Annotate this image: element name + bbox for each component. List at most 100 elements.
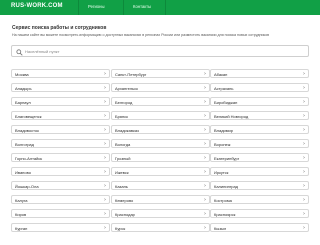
chevron-right-icon: › [204, 210, 206, 217]
city-item[interactable]: Владимир › [210, 125, 309, 134]
city-name: Екатеринбург [214, 155, 240, 161]
city-item[interactable]: Калуга › [11, 195, 110, 204]
city-name: Киров [15, 211, 27, 217]
city-item[interactable]: Анадырь › [11, 83, 110, 92]
chevron-right-icon: › [104, 196, 106, 203]
city-item[interactable]: Белгород › [111, 97, 210, 106]
chevron-right-icon: › [204, 196, 206, 203]
city-item[interactable]: Казань › [111, 181, 210, 190]
city-name: Красноярск [214, 211, 236, 217]
chevron-right-icon: › [104, 140, 106, 147]
city-name: Анадырь [15, 85, 32, 91]
city-item[interactable]: Астрахань › [210, 83, 309, 92]
chevron-right-icon: › [303, 70, 305, 77]
chevron-right-icon: › [303, 224, 305, 231]
city-name: Волгоград [15, 141, 34, 147]
chevron-right-icon: › [303, 168, 305, 175]
city-item[interactable]: Краснодар › [111, 209, 210, 218]
city-name: Белгород [115, 99, 133, 105]
search-icon [16, 48, 23, 56]
chevron-right-icon: › [104, 154, 106, 161]
chevron-right-icon: › [104, 84, 106, 91]
chevron-right-icon: › [104, 70, 106, 77]
city-name: Иваново [15, 169, 31, 175]
chevron-right-icon: › [104, 224, 106, 231]
city-item[interactable]: Красноярск › [210, 209, 309, 218]
city-item[interactable]: Москва › [11, 69, 110, 78]
city-item[interactable]: Вологда › [111, 139, 210, 148]
chevron-right-icon: › [303, 196, 305, 203]
chevron-right-icon: › [303, 182, 305, 189]
chevron-right-icon: › [104, 182, 106, 189]
site-logo[interactable]: RUS-WORK.COM [11, 3, 63, 9]
city-item[interactable]: Волгоград › [11, 139, 110, 148]
city-item[interactable]: Калининград › [210, 181, 309, 190]
city-item[interactable]: Кызыл › [210, 223, 309, 232]
chevron-right-icon: › [204, 70, 206, 77]
city-name: Калининград [214, 183, 239, 189]
city-name: Великий Новгород [214, 113, 249, 119]
chevron-right-icon: › [303, 98, 305, 105]
city-item[interactable]: Кемерово › [111, 195, 210, 204]
city-name: Йошкар-Ола [15, 183, 39, 189]
chevron-right-icon: › [303, 112, 305, 119]
city-item[interactable]: Иркутск › [210, 167, 309, 176]
page-subtitle: На нашем сайте вы можете посмотреть инфо… [12, 33, 269, 37]
city-item[interactable]: Санкт-Петербург › [111, 69, 210, 78]
chevron-right-icon: › [204, 126, 206, 133]
city-name: Архангельск [115, 85, 138, 91]
city-name: Владивосток [15, 127, 39, 133]
city-name: Владикавказ [115, 127, 139, 133]
city-item[interactable]: Грозный › [111, 153, 210, 162]
search-input[interactable] [25, 47, 295, 55]
city-name: Краснодар [115, 211, 135, 217]
chevron-right-icon: › [204, 154, 206, 161]
top-navbar: RUS-WORK.COM Регионы Контакты [0, 0, 320, 15]
chevron-right-icon: › [104, 210, 106, 217]
chevron-right-icon: › [104, 112, 106, 119]
chevron-right-icon: › [204, 168, 206, 175]
city-name: Курск [115, 225, 126, 231]
city-item[interactable]: Йошкар-Ола › [11, 181, 110, 190]
city-item[interactable]: Абакан › [210, 69, 309, 78]
city-item[interactable]: Иваново › [11, 167, 110, 176]
city-item[interactable]: Екатеринбург › [210, 153, 309, 162]
city-item[interactable]: Ижевск › [111, 167, 210, 176]
city-name: Брянск [115, 113, 128, 119]
city-name: Иркутск [214, 169, 229, 175]
chevron-right-icon: › [104, 98, 106, 105]
city-name: Владимир [214, 127, 234, 133]
chevron-right-icon: › [104, 168, 106, 175]
city-name: Астрахань [214, 85, 234, 91]
city-name: Вологда [115, 141, 131, 147]
chevron-right-icon: › [303, 154, 305, 161]
city-item[interactable]: Брянск › [111, 111, 210, 120]
city-item[interactable]: Воронеж › [210, 139, 309, 148]
nav-link-regions[interactable]: Регионы [88, 4, 104, 9]
chevron-right-icon: › [104, 126, 106, 133]
city-name: Кемерово [115, 197, 134, 203]
city-item[interactable]: Биробиджан › [210, 97, 309, 106]
city-item[interactable]: Кострома › [210, 195, 309, 204]
city-item[interactable]: Горно-Алтайск › [11, 153, 110, 162]
chevron-right-icon: › [303, 126, 305, 133]
chevron-right-icon: › [204, 98, 206, 105]
city-name: Калуга [15, 197, 28, 203]
city-item[interactable]: Великий Новгород › [210, 111, 309, 120]
search-box[interactable] [11, 45, 309, 57]
city-item[interactable]: Курск › [111, 223, 210, 232]
city-name: Москва [15, 71, 29, 77]
city-item[interactable]: Благовещенск › [11, 111, 110, 120]
city-item[interactable]: Владикавказ › [111, 125, 210, 134]
city-item[interactable]: Барнаул › [11, 97, 110, 106]
city-name: Благовещенск [15, 113, 42, 119]
city-item[interactable]: Курган › [11, 223, 110, 232]
nav-link-contacts[interactable]: Контакты [133, 4, 151, 9]
city-name: Горно-Алтайск [15, 155, 43, 161]
city-item[interactable]: Киров › [11, 209, 110, 218]
city-name: Казань [115, 183, 128, 189]
city-item[interactable]: Архангельск › [111, 83, 210, 92]
city-item[interactable]: Владивосток › [11, 125, 110, 134]
chevron-right-icon: › [303, 84, 305, 91]
page-title: Сервис поиска работы и сотрудников [12, 25, 107, 31]
